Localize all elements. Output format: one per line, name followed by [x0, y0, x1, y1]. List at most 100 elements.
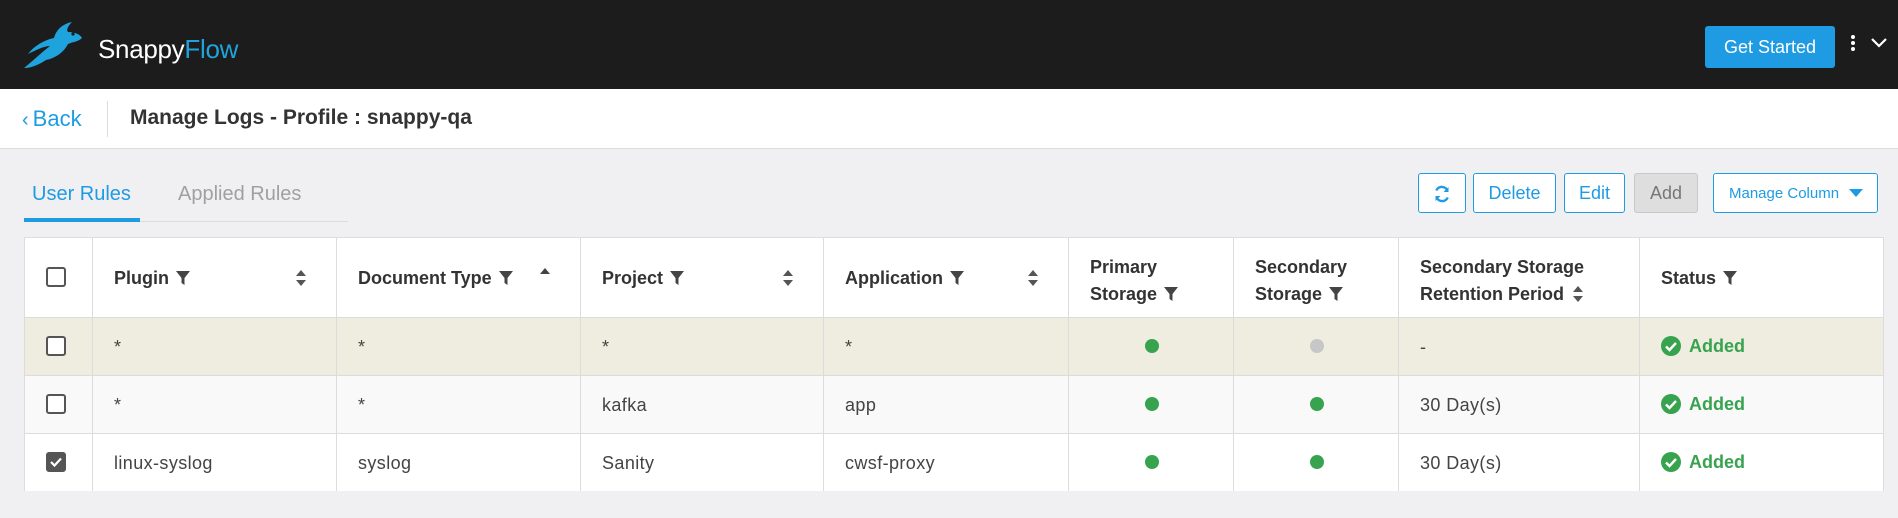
- document-type-value: *: [358, 337, 366, 357]
- secondary-storage-cell: [1234, 434, 1399, 491]
- status-label: Added: [1689, 394, 1745, 414]
- brand-name-part2: Flow: [184, 34, 239, 64]
- filter-icon[interactable]: [175, 270, 191, 286]
- check-circle-icon: [1661, 336, 1681, 356]
- get-started-button[interactable]: Get Started: [1705, 26, 1835, 68]
- column-header-status[interactable]: Status: [1640, 238, 1883, 317]
- column-label-application: Application: [845, 268, 943, 288]
- project-value: *: [602, 337, 610, 357]
- check-circle-icon: [1661, 452, 1681, 472]
- delete-button[interactable]: Delete: [1473, 173, 1556, 213]
- row-checkbox[interactable]: [46, 336, 66, 356]
- primary-storage-cell: [1069, 376, 1234, 433]
- table-row[interactable]: * * kafka app 30 Day(s) Added: [25, 375, 1883, 433]
- secondary-storage-cell: [1234, 376, 1399, 433]
- primary-storage-cell: [1069, 434, 1234, 491]
- sort-icon[interactable]: [782, 269, 794, 287]
- status-badge: Added: [1661, 336, 1745, 357]
- back-link[interactable]: ‹ Back: [22, 106, 82, 132]
- project-value: kafka: [602, 395, 648, 415]
- application-cell: cwsf-proxy: [824, 434, 1069, 491]
- header-divider: [107, 101, 108, 137]
- status-label: Added: [1689, 452, 1745, 472]
- status-badge: Added: [1661, 394, 1745, 415]
- select-all-checkbox[interactable]: [46, 267, 66, 287]
- sort-icon[interactable]: [295, 269, 307, 287]
- column-header-retention-period[interactable]: Secondary Storage Retention Period: [1399, 238, 1640, 317]
- caret-down-icon: [1849, 189, 1863, 197]
- sort-icon[interactable]: [1572, 285, 1584, 303]
- filter-icon[interactable]: [669, 270, 685, 286]
- document-type-cell: *: [337, 318, 581, 375]
- add-button[interactable]: Add: [1634, 173, 1698, 213]
- project-cell: kafka: [581, 376, 824, 433]
- plugin-cell: linux-syslog: [93, 434, 337, 491]
- rabbit-logo-icon[interactable]: [20, 20, 84, 72]
- filter-icon[interactable]: [1163, 286, 1179, 302]
- status-cell: Added: [1640, 434, 1883, 491]
- row-checkbox-checked[interactable]: [46, 452, 66, 472]
- page-header: ‹ Back Manage Logs - Profile : snappy-qa: [0, 89, 1898, 149]
- secondary-storage-enabled-indicator: [1310, 455, 1324, 469]
- retention-value: -: [1420, 337, 1427, 357]
- application-cell: *: [824, 318, 1069, 375]
- project-value: Sanity: [602, 453, 655, 473]
- sort-icon[interactable]: [1027, 269, 1039, 287]
- secondary-storage-cell: [1234, 318, 1399, 375]
- plugin-cell: *: [93, 318, 337, 375]
- user-rules-table: Plugin Document Type Project Application…: [24, 237, 1884, 491]
- sort-ascending-icon[interactable]: [539, 267, 551, 285]
- filter-icon[interactable]: [949, 270, 965, 286]
- column-header-primary-storage[interactable]: Primary Storage: [1069, 238, 1234, 317]
- plugin-value: *: [114, 337, 122, 357]
- tab-user-rules[interactable]: User Rules: [32, 183, 131, 206]
- plugin-value: linux-syslog: [114, 453, 213, 473]
- row-select-cell: [25, 376, 93, 433]
- manage-column-label: Manage Column: [1729, 184, 1840, 202]
- application-value: *: [845, 337, 853, 357]
- retention-cell: 30 Day(s): [1399, 376, 1640, 433]
- select-all-header: [25, 238, 93, 317]
- secondary-storage-enabled-indicator: [1310, 397, 1324, 411]
- column-header-document-type[interactable]: Document Type: [337, 238, 581, 317]
- column-header-secondary-storage[interactable]: Secondary Storage: [1234, 238, 1399, 317]
- table-row[interactable]: linux-syslog syslog Sanity cwsf-proxy 30…: [25, 433, 1883, 491]
- column-label-status: Status: [1661, 268, 1717, 288]
- filter-icon[interactable]: [498, 270, 514, 286]
- brand-name-part1: Snappy: [98, 34, 185, 64]
- column-label-retention-line1: Secondary Storage: [1420, 257, 1585, 277]
- column-label-retention-line2: Retention Period: [1420, 284, 1565, 304]
- column-label-primary-storage-line2: Storage: [1090, 284, 1158, 304]
- refresh-button[interactable]: [1418, 173, 1466, 213]
- column-label-project: Project: [602, 268, 664, 288]
- kebab-menu-icon[interactable]: [1848, 33, 1858, 59]
- column-label-document-type: Document Type: [358, 268, 492, 288]
- column-header-project[interactable]: Project: [581, 238, 824, 317]
- tab-applied-rules[interactable]: Applied Rules: [178, 183, 301, 206]
- row-checkbox[interactable]: [46, 394, 66, 414]
- status-cell: Added: [1640, 376, 1883, 433]
- application-value: cwsf-proxy: [845, 453, 936, 473]
- document-type-value: *: [358, 395, 366, 415]
- active-tab-indicator: [24, 218, 140, 222]
- row-select-cell: [25, 318, 93, 375]
- retention-cell: -: [1399, 318, 1640, 375]
- filter-icon[interactable]: [1722, 270, 1738, 286]
- chevron-left-icon: ‹: [22, 109, 29, 131]
- status-badge: Added: [1661, 452, 1745, 473]
- secondary-storage-disabled-indicator: [1310, 339, 1324, 353]
- filter-icon[interactable]: [1328, 286, 1344, 302]
- retention-value: 30 Day(s): [1420, 453, 1502, 473]
- table-row[interactable]: * * * * - Added: [25, 317, 1883, 375]
- checkmark-icon: [50, 457, 62, 468]
- page-title: Manage Logs - Profile : snappy-qa: [130, 106, 472, 129]
- rules-tabs: User Rules Applied Rules: [24, 175, 348, 222]
- manage-column-button[interactable]: Manage Column: [1713, 173, 1878, 213]
- status-cell: Added: [1640, 318, 1883, 375]
- column-header-application[interactable]: Application: [824, 238, 1069, 317]
- back-label: Back: [32, 106, 82, 131]
- chevron-down-icon[interactable]: [1870, 36, 1888, 50]
- column-header-plugin[interactable]: Plugin: [93, 238, 337, 317]
- edit-button[interactable]: Edit: [1564, 173, 1625, 213]
- row-select-cell: [25, 434, 93, 491]
